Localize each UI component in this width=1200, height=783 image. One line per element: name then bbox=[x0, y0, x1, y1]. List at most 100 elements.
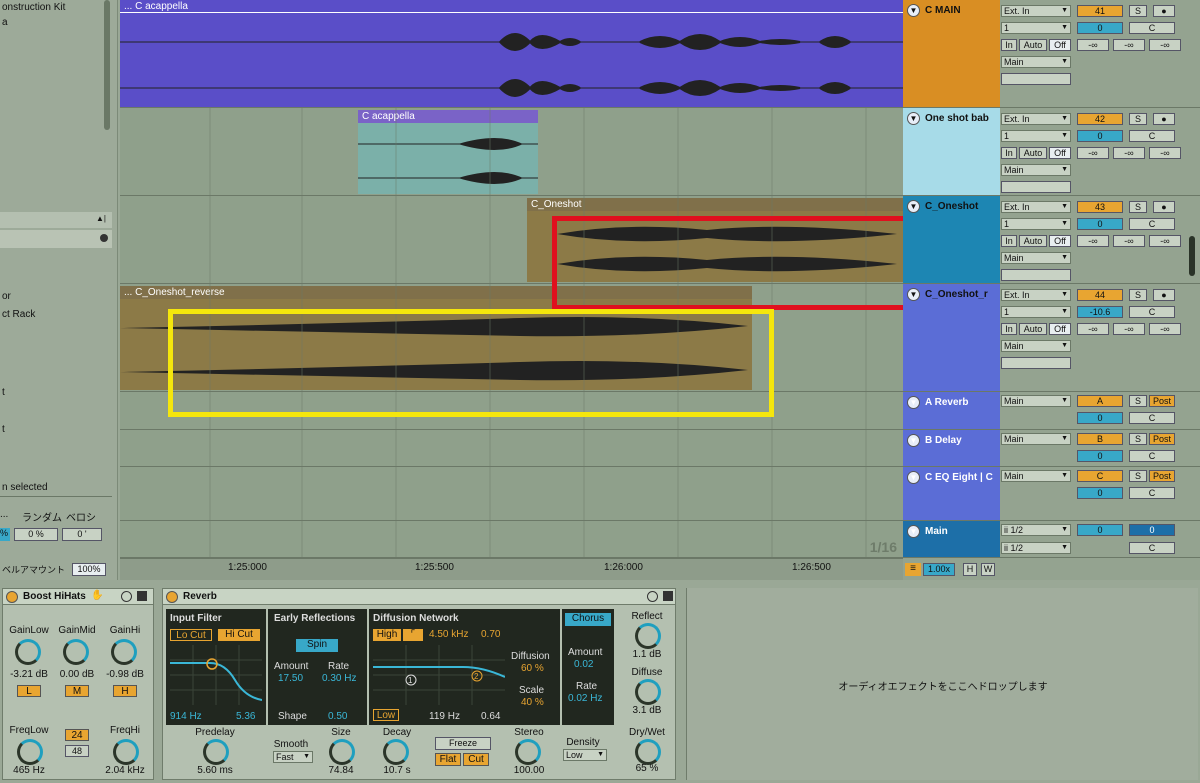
val-random[interactable]: 0 % bbox=[14, 528, 58, 541]
browser-item[interactable]: a bbox=[2, 17, 8, 28]
cut-button[interactable]: Cut bbox=[463, 753, 489, 766]
fold-icon[interactable]: ▼ bbox=[907, 288, 920, 301]
track-activator[interactable]: 41 bbox=[1077, 5, 1123, 17]
solo-button[interactable]: S bbox=[1129, 433, 1147, 445]
solo-button[interactable]: S bbox=[1129, 470, 1147, 482]
param-value[interactable]: 100% bbox=[72, 563, 106, 576]
scale-value[interactable]: 40 % bbox=[521, 697, 544, 708]
power-icon[interactable] bbox=[166, 591, 178, 603]
monitor-in[interactable]: In bbox=[1001, 235, 1017, 247]
monitor-off[interactable]: Off bbox=[1049, 39, 1071, 51]
high-value[interactable]: 0.70 bbox=[481, 629, 500, 640]
monitor-auto[interactable]: Auto bbox=[1019, 323, 1047, 335]
browser-item[interactable]: or bbox=[2, 291, 11, 302]
diffuse-knob[interactable] bbox=[635, 679, 661, 705]
return-output-select[interactable]: Main bbox=[1001, 395, 1071, 407]
output-channel[interactable] bbox=[1001, 357, 1071, 369]
monitor-in[interactable]: In bbox=[1001, 147, 1017, 159]
output-select[interactable]: Main bbox=[1001, 164, 1071, 176]
input-channel-select[interactable]: 1 bbox=[1001, 130, 1071, 142]
waveform-icon[interactable]: ≡ bbox=[905, 563, 921, 576]
fold-icon[interactable]: ▼ bbox=[907, 112, 920, 125]
track-name[interactable]: ▼ C_Oneshot_r bbox=[903, 284, 1000, 391]
freeze-button[interactable]: Freeze bbox=[435, 737, 491, 750]
low-freq[interactable]: 119 Hz bbox=[429, 711, 460, 722]
gainmid-knob[interactable] bbox=[63, 639, 89, 665]
slope-48-button[interactable]: 48 bbox=[65, 745, 89, 757]
pan-field[interactable]: C bbox=[1129, 218, 1175, 230]
stereo-knob[interactable] bbox=[515, 739, 541, 765]
send-a[interactable]: -∞ bbox=[1077, 323, 1109, 335]
input-channel-select[interactable]: 1 bbox=[1001, 218, 1071, 230]
clip-header[interactable]: C acappella bbox=[358, 110, 538, 123]
l-button[interactable]: L bbox=[17, 685, 41, 697]
fold-icon[interactable]: ▼ bbox=[907, 471, 920, 484]
chorus-button[interactable]: Chorus bbox=[565, 613, 611, 626]
master-volume-2[interactable]: 0 bbox=[1129, 524, 1175, 536]
input-type-select[interactable]: Ext. In bbox=[1001, 5, 1071, 17]
m-button[interactable]: M bbox=[65, 685, 89, 697]
high-freq[interactable]: 4.50 kHz bbox=[429, 629, 468, 640]
fold-icon[interactable]: ▼ bbox=[907, 396, 920, 409]
arm-button[interactable]: ● bbox=[1153, 113, 1175, 125]
monitor-in[interactable]: In bbox=[1001, 39, 1017, 51]
filter-freq[interactable]: 914 Hz bbox=[170, 711, 202, 722]
track-activator[interactable]: 43 bbox=[1077, 201, 1123, 213]
save-icon[interactable] bbox=[137, 591, 147, 601]
predelay-knob[interactable] bbox=[203, 739, 229, 765]
master-volume[interactable]: 0 bbox=[1077, 524, 1123, 536]
track-name[interactable]: ▼ C MAIN bbox=[903, 0, 1000, 107]
solo-button[interactable]: S bbox=[1129, 5, 1147, 17]
power-icon[interactable] bbox=[6, 591, 18, 603]
output-channel[interactable] bbox=[1001, 269, 1071, 281]
solo-button[interactable]: S bbox=[1129, 113, 1147, 125]
arm-button[interactable]: ● bbox=[1153, 289, 1175, 301]
master-pan[interactable]: C bbox=[1129, 542, 1175, 554]
volume-field[interactable]: -10.6 bbox=[1077, 306, 1123, 318]
post-button[interactable]: Post bbox=[1149, 395, 1175, 407]
return-activator[interactable]: C bbox=[1077, 470, 1123, 482]
send-a[interactable]: -∞ bbox=[1077, 235, 1109, 247]
send-b[interactable]: -∞ bbox=[1113, 235, 1145, 247]
val-velocity[interactable]: 0 ' bbox=[62, 528, 102, 541]
chorus-rate-value[interactable]: 0.02 Hz bbox=[568, 693, 602, 704]
output-channel[interactable] bbox=[1001, 73, 1071, 85]
val-pct[interactable]: % bbox=[0, 528, 10, 541]
pan-field[interactable]: C bbox=[1129, 487, 1175, 499]
freqhi-knob[interactable] bbox=[113, 739, 139, 765]
send-b[interactable]: -∞ bbox=[1113, 323, 1145, 335]
arm-button[interactable]: ● bbox=[1153, 5, 1175, 17]
volume-field[interactable]: 0 bbox=[1077, 22, 1123, 34]
slope-24-button[interactable]: 24 bbox=[65, 729, 89, 741]
browser-selected-row[interactable] bbox=[0, 230, 112, 248]
pan-field[interactable]: C bbox=[1129, 22, 1175, 34]
browser-item[interactable]: t bbox=[2, 424, 5, 435]
pan-field[interactable]: C bbox=[1129, 306, 1175, 318]
drywet-knob[interactable] bbox=[635, 739, 661, 765]
send-a[interactable]: -∞ bbox=[1077, 39, 1109, 51]
return-name[interactable]: ▼ A Reverb bbox=[903, 392, 1000, 429]
flat-button[interactable]: Flat bbox=[435, 753, 461, 766]
track-name[interactable]: ▼ One shot bab bbox=[903, 108, 1000, 195]
clip[interactable]: C acappella bbox=[358, 110, 538, 194]
arm-button[interactable]: ● bbox=[1153, 201, 1175, 213]
rate-value[interactable]: 0.30 Hz bbox=[322, 673, 356, 684]
monitor-off[interactable]: Off bbox=[1049, 235, 1071, 247]
freqlow-knob[interactable] bbox=[17, 739, 43, 765]
monitor-auto[interactable]: Auto bbox=[1019, 147, 1047, 159]
output-select[interactable]: Main bbox=[1001, 340, 1071, 352]
fold-icon[interactable]: ▼ bbox=[907, 525, 920, 538]
diffusion-curve[interactable]: 1 2 bbox=[373, 645, 505, 705]
density-select[interactable]: Low bbox=[563, 749, 607, 761]
browser-scrollbar[interactable] bbox=[104, 0, 110, 130]
output-select[interactable]: Main bbox=[1001, 56, 1071, 68]
return-activator[interactable]: B bbox=[1077, 433, 1123, 445]
lo-cut-button[interactable]: Lo Cut bbox=[170, 629, 212, 641]
macro-icon[interactable] bbox=[121, 591, 132, 602]
low-button[interactable]: Low bbox=[373, 709, 399, 721]
hi-cut-button[interactable]: Hi Cut bbox=[218, 629, 260, 641]
w-button[interactable]: W bbox=[981, 563, 995, 576]
post-button[interactable]: Post bbox=[1149, 470, 1175, 482]
browser-item[interactable]: onstruction Kit bbox=[2, 2, 65, 13]
clip-header[interactable]: C_Oneshot bbox=[527, 198, 903, 211]
